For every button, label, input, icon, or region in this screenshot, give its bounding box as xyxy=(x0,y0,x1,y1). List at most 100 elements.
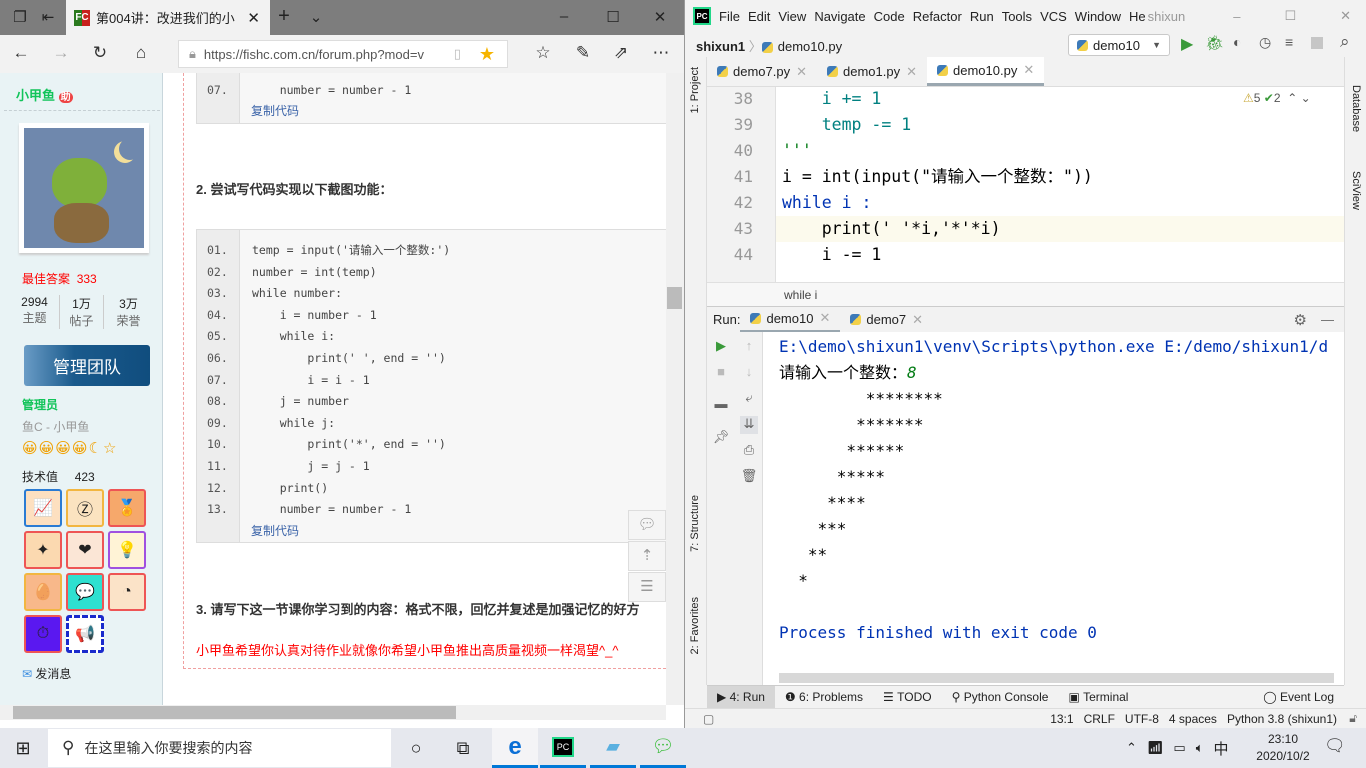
code-line[interactable]: while i : xyxy=(782,190,871,216)
tab-list-chevron-icon[interactable]: ⌄ xyxy=(306,8,326,28)
indent-setting[interactable]: 4 spaces xyxy=(1169,712,1217,726)
tool-database[interactable]: Database xyxy=(1350,85,1362,132)
battery-icon[interactable]: ▭ xyxy=(1173,740,1185,759)
menu-edit[interactable]: Edit xyxy=(748,9,770,24)
list-float-icon[interactable]: ☰ xyxy=(628,572,666,602)
reading-view-icon[interactable]: ▯ xyxy=(454,46,461,62)
tab-demo7[interactable]: demo7.py ✕ xyxy=(707,57,817,86)
soft-wrap-icon[interactable]: ⤶ xyxy=(740,390,758,408)
trash-icon[interactable]: 🗑︎ xyxy=(740,468,758,486)
cortana-icon[interactable]: ○ xyxy=(393,728,439,768)
tool-event-log[interactable]: ◯ Event Log xyxy=(1253,686,1344,709)
tool-problems[interactable]: ❶ 6: Problems xyxy=(775,686,873,709)
reply-float-icon[interactable]: 💬︎ xyxy=(628,510,666,540)
medal-c-icon[interactable]: 🏅 xyxy=(108,489,146,527)
minimize-icon[interactable]: – xyxy=(554,8,574,28)
favorite-star-icon[interactable]: ★ xyxy=(479,44,495,65)
tool-structure[interactable]: 7: Structure xyxy=(689,495,701,552)
rerun-icon[interactable]: ▶ xyxy=(712,338,730,356)
share-icon[interactable]: ⇗ xyxy=(610,43,632,65)
down-arrow-icon[interactable]: ↓ xyxy=(740,364,758,382)
pin-icon[interactable]: 📌︎ xyxy=(712,429,730,447)
medal-z-icon[interactable]: Ⓩ xyxy=(66,489,104,527)
toggle-tool-windows-icon[interactable]: ▢ xyxy=(703,712,714,726)
tool-run[interactable]: ▶ 4: Run xyxy=(707,685,775,709)
scroll-to-end-icon[interactable]: ⇊ xyxy=(740,416,758,434)
clock[interactable]: 23:10 2020/10/2 xyxy=(1248,731,1318,765)
browser-tab[interactable]: FC 第004讲：改进我们的小 ✕ xyxy=(66,0,270,35)
file-encoding[interactable]: UTF-8 xyxy=(1125,712,1159,726)
print-icon[interactable]: ⎙ xyxy=(740,442,758,460)
settings-gear-icon[interactable]: ⚙ xyxy=(1294,311,1307,329)
breadcrumb-file[interactable]: demo10.py xyxy=(778,39,842,54)
tab-demo10[interactable]: demo10.py ✕ xyxy=(927,57,1045,86)
stat-honor[interactable]: 3万 荣誉 xyxy=(106,295,151,329)
tool-todo[interactable]: ☰ TODO xyxy=(873,686,942,709)
medal-heart-icon[interactable]: ❤ xyxy=(66,531,104,569)
menu-refactor[interactable]: Refactor xyxy=(913,9,962,24)
tool-sciview[interactable]: SciView xyxy=(1350,171,1362,210)
code-editor[interactable]: 38 i += 1 39 temp -= 1 40 ''' 41 i = int(inpu… xyxy=(707,87,1344,282)
maximize-icon[interactable]: ☐ xyxy=(603,8,623,28)
author-name[interactable]: 小甲鱼 助 xyxy=(16,85,73,104)
medal-chat-icon[interactable]: 💬 xyxy=(66,573,104,611)
code-line[interactable]: print(' '*i,'*'*i) xyxy=(782,216,1001,242)
caret-position[interactable]: 13:1 xyxy=(1050,712,1073,726)
menu-vcs[interactable]: VCS xyxy=(1040,9,1067,24)
up-arrow-icon[interactable]: ↑ xyxy=(740,338,758,356)
notification-icon[interactable]: 🗨︎ xyxy=(1324,736,1346,756)
hide-panel-icon[interactable]: — xyxy=(1321,312,1334,327)
breadcrumb-project[interactable]: shixun1 xyxy=(696,39,745,54)
code-line[interactable]: ''' xyxy=(782,138,812,164)
tool-project[interactable]: 1: Project xyxy=(689,67,701,113)
code-breadcrumb[interactable]: while i xyxy=(707,282,1344,306)
stat-posts[interactable]: 1万 帖子 xyxy=(59,295,104,329)
run-tab-demo7[interactable]: demo7 ✕ xyxy=(840,307,933,333)
line-separator[interactable]: CRLF xyxy=(1084,712,1115,726)
code-line[interactable]: i -= 1 xyxy=(782,242,882,268)
forward-icon[interactable]: → xyxy=(50,43,72,65)
ime-indicator[interactable]: 中 xyxy=(1214,738,1229,759)
medal-egg-icon[interactable]: 🥚 xyxy=(24,573,62,611)
taskbar-search[interactable]: ⚲ 在这里输入你要搜索的内容 xyxy=(48,729,391,767)
copy-code-link[interactable]: 复制代码 xyxy=(251,522,299,539)
lock-icon[interactable]: 🔓︎ xyxy=(1349,711,1357,726)
menu-code[interactable]: Code xyxy=(874,9,905,24)
tool-terminal[interactable]: ▣ Terminal xyxy=(1058,686,1138,709)
home-icon[interactable]: ⌂ xyxy=(130,43,152,65)
stop-icon[interactable] xyxy=(1311,37,1323,49)
medal-clock-icon[interactable]: ⏱ xyxy=(24,615,62,653)
tray-chevron-icon[interactable]: ⌃ xyxy=(1126,740,1137,759)
tool-python-console[interactable]: ⚲ Python Console xyxy=(942,686,1059,709)
avatar[interactable] xyxy=(19,123,149,253)
menu-navigate[interactable]: Navigate xyxy=(814,9,865,24)
run-icon[interactable]: ▶ xyxy=(1181,34,1193,54)
tool-favorites[interactable]: 2: Favorites xyxy=(689,597,701,654)
medal-star-icon[interactable]: ✦ xyxy=(24,531,62,569)
search-icon[interactable]: ⌕ xyxy=(1340,32,1350,52)
code-line[interactable]: i = int(input("请输入一个整数：")) xyxy=(782,164,1093,190)
medal-megaphone-icon[interactable]: 📢 xyxy=(66,615,104,653)
console-output[interactable]: E:\demo\shixun1\venv\Scripts\python.exe … xyxy=(779,334,1328,646)
run-concurrency-icon[interactable]: ≡ xyxy=(1285,34,1293,50)
copy-code-link[interactable]: 复制代码 xyxy=(251,102,299,119)
code-line[interactable]: i += 1 xyxy=(782,86,882,112)
menu-file[interactable]: File xyxy=(719,9,740,24)
set-aside-tabs-icon[interactable]: ⇤ xyxy=(38,8,58,28)
run-config-select[interactable]: demo10 ▼ xyxy=(1068,34,1170,56)
tab-demo1[interactable]: demo1.py ✕ xyxy=(817,57,927,86)
wechat-app-icon[interactable]: 💬︎ xyxy=(640,728,686,768)
menu-tools[interactable]: Tools xyxy=(1002,9,1032,24)
console-hscrollbar[interactable] xyxy=(779,673,1334,683)
run-tab-demo10[interactable]: demo10 ✕ xyxy=(740,307,841,333)
wifi-icon[interactable]: 📶︎ xyxy=(1147,740,1164,759)
menu-window[interactable]: Window xyxy=(1075,9,1121,24)
menu-view[interactable]: View xyxy=(778,9,806,24)
minimize-icon[interactable]: – xyxy=(1233,9,1240,24)
back-to-top-icon[interactable]: ⇡ xyxy=(628,541,666,571)
coverage-icon[interactable]: ◐ xyxy=(1233,34,1241,50)
medal-bulb-icon[interactable]: 💡 xyxy=(108,531,146,569)
address-bar[interactable]: 🔒︎ https://fishc.com.cn/forum.php?mod=v … xyxy=(178,40,508,68)
team-badge[interactable]: 管理团队 xyxy=(24,345,150,386)
vertical-scrollbar[interactable] xyxy=(666,73,684,705)
